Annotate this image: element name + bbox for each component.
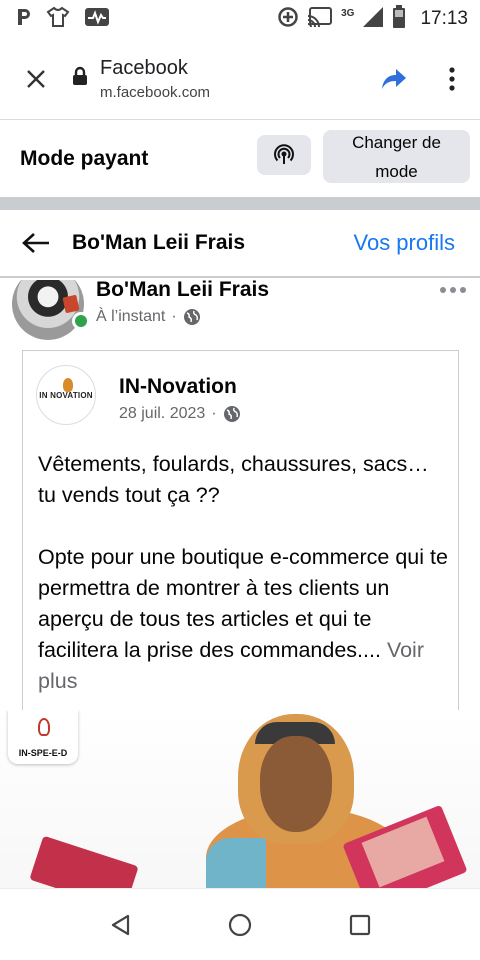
avatar-badge: [62, 294, 80, 314]
tshirt-icon: [46, 6, 70, 33]
meta-separator: ·: [211, 405, 217, 422]
cast-icon: [307, 6, 333, 32]
lock-icon: [72, 66, 88, 91]
more-menu-button[interactable]: [424, 38, 480, 120]
share-button[interactable]: [364, 38, 424, 120]
gift-box: [29, 835, 139, 888]
close-button[interactable]: [0, 38, 72, 120]
broadcast-icon: [274, 144, 294, 164]
back-arrow-icon: [22, 233, 49, 253]
online-status-dot: [72, 312, 90, 330]
face-shape: [260, 736, 332, 832]
your-profiles-link[interactable]: Vos profils: [354, 230, 456, 256]
bulb-logo-icon: [38, 718, 50, 736]
globe-icon: [223, 406, 240, 422]
shirt-shape: [206, 838, 266, 888]
triangle-back-icon: [111, 914, 130, 935]
more-vert-icon: [449, 66, 455, 91]
nav-back-button[interactable]: [90, 895, 150, 955]
bulb-logo-icon: [63, 378, 73, 392]
post-time[interactable]: À l’instant: [96, 308, 165, 326]
mode-title: Mode payant: [20, 147, 149, 170]
close-icon: [27, 69, 45, 88]
page-domain: m.facebook.com: [100, 83, 211, 101]
shared-post-date[interactable]: 28 juil. 2023: [119, 405, 205, 423]
signal-icon: [362, 6, 384, 33]
browser-toolbar: Facebook m.facebook.com: [0, 38, 480, 120]
post: Bo'Man Leii Frais À l’instant · IN NOVAT…: [0, 280, 480, 710]
brand-badge: IN-SPE-E-D: [8, 710, 78, 764]
activity-icon: [84, 7, 110, 32]
globe-icon: [183, 309, 200, 325]
nav-recents-button[interactable]: [330, 895, 390, 955]
author-avatar[interactable]: [12, 280, 84, 340]
post-author[interactable]: Bo'Man Leii Frais: [96, 280, 269, 302]
shared-page-name[interactable]: IN-Novation: [119, 375, 237, 399]
meta-separator: ·: [171, 308, 177, 325]
status-bar: 3G 17:13: [0, 0, 480, 38]
page-avatar[interactable]: IN NOVATION: [36, 365, 96, 425]
circle-home-icon: [228, 913, 252, 936]
post-text: Vêtements, foulards, chaussures, sacs… t…: [38, 449, 448, 697]
post-meta: À l’instant ·: [96, 308, 201, 326]
data-saver-icon: [277, 6, 299, 33]
post-options-button[interactable]: [436, 280, 470, 300]
network-type: 3G: [341, 7, 355, 19]
broadcast-button[interactable]: [257, 135, 311, 175]
change-mode-button[interactable]: Changer de mode: [323, 130, 470, 183]
system-nav-bar: [0, 888, 480, 960]
mode-bar: Mode payant Changer de mode: [0, 121, 480, 197]
clock: 17:13: [420, 8, 468, 29]
page-header: Bo'Man Leii Frais Vos profils: [0, 210, 480, 278]
battery-icon: [392, 4, 406, 34]
back-button[interactable]: [0, 209, 72, 277]
share-icon: [382, 68, 406, 89]
shared-post-card: IN NOVATION IN-Novation 28 juil. 2023 · …: [22, 350, 459, 710]
nav-home-button[interactable]: [210, 895, 270, 955]
more-horiz-icon: [440, 287, 466, 293]
header-title: Bo'Man Leii Frais: [72, 231, 246, 254]
brand-text: IN-SPE-E-D: [18, 748, 68, 758]
shared-post-meta: 28 juil. 2023 ·: [119, 405, 241, 423]
post-paragraph: Opte pour une boutique e-commerce qui te…: [38, 542, 448, 697]
url-bar[interactable]: Facebook m.facebook.com: [72, 57, 364, 101]
post-image[interactable]: IN-SPE-E-D: [0, 710, 480, 888]
square-recents-icon: [349, 914, 371, 935]
divider: [0, 197, 480, 210]
parking-icon: [16, 7, 32, 32]
page-title: Facebook: [100, 56, 188, 79]
post-paragraph: Vêtements, foulards, chaussures, sacs… t…: [38, 452, 429, 507]
